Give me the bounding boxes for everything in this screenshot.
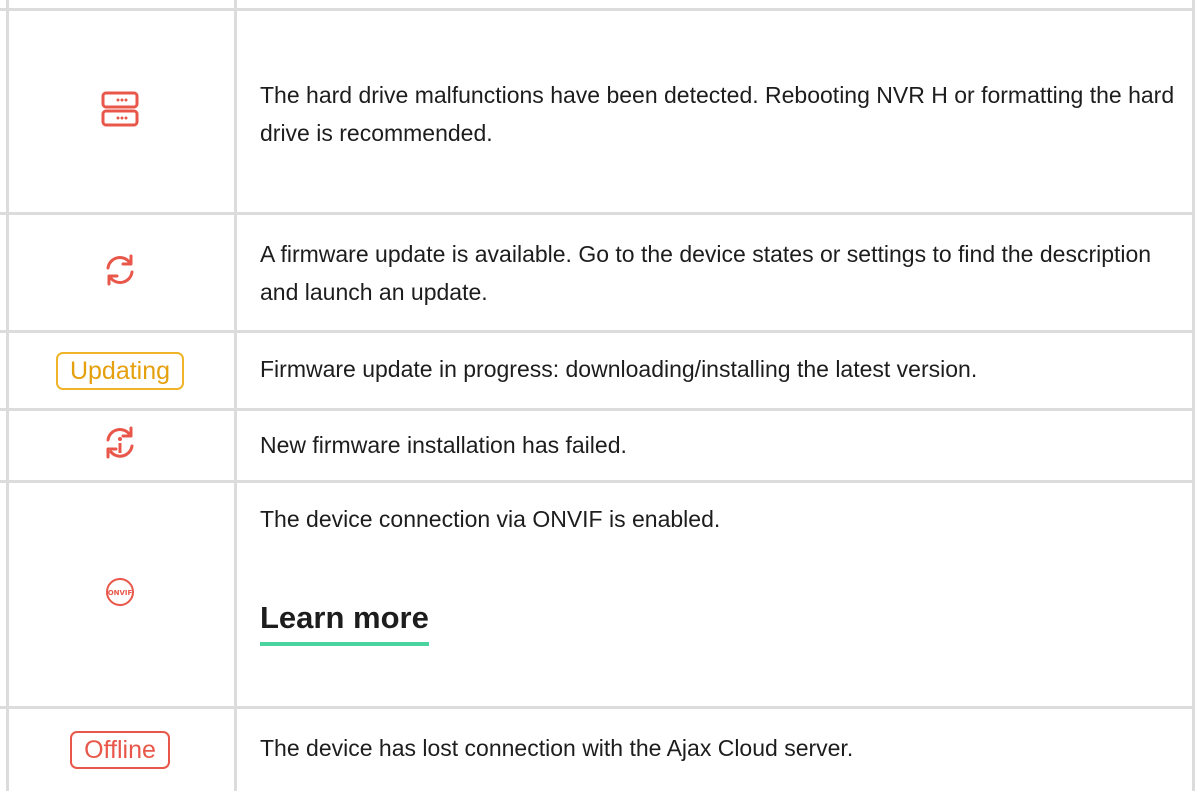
table-row-description: The device has lost connection with the …	[260, 735, 854, 761]
table-row-description: Firmware update in progress: downloading…	[260, 356, 978, 382]
table-row-icon-cell	[6, 215, 234, 330]
table-row-description: A firmware update is available. Go to th…	[260, 241, 1152, 305]
table-row-icon-cell	[6, 411, 234, 480]
refresh-icon	[102, 252, 138, 293]
status-table: The hard drive malfunctions have been de…	[0, 0, 1195, 791]
hard-drive-icon	[101, 90, 139, 133]
table-row-description: New firmware installation has failed.	[260, 432, 627, 458]
learn-more-link[interactable]: Learn more	[260, 598, 429, 646]
table-row-description: The hard drive malfunctions have been de…	[260, 82, 1175, 146]
update-failed-icon	[102, 425, 138, 466]
updating-badge: Updating	[55, 351, 185, 390]
table-row-icon-cell	[6, 11, 234, 212]
table-row-icon-cell: ONVIF	[6, 483, 234, 706]
table-row-icon-cell: Updating	[6, 333, 234, 408]
onvif-icon: ONVIF	[105, 577, 135, 612]
offline-badge: Offline	[70, 731, 170, 769]
table-row-icon-cell: Offline	[6, 709, 234, 791]
svg-text:ONVIF: ONVIF	[108, 589, 133, 597]
table-row-description: The device connection via ONVIF is enabl…	[260, 506, 721, 532]
table-column-divider	[234, 0, 237, 791]
